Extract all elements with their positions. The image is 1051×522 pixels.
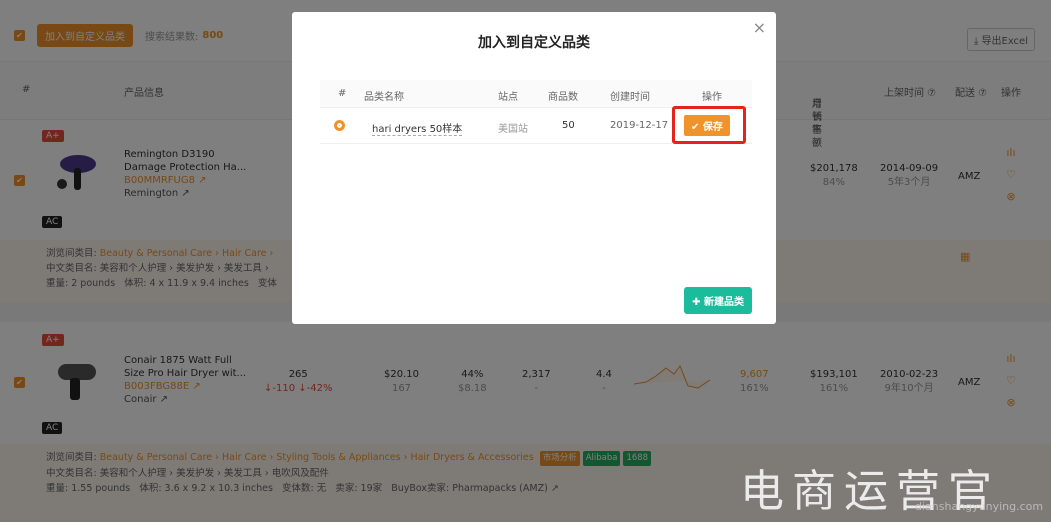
col-created-time: 创建时间 <box>610 92 650 103</box>
new-category-button[interactable]: ✚ 新建品类 <box>684 287 752 314</box>
watermark-url: dianshangyunying.com <box>915 500 1044 513</box>
category-created: 2019-12-17 <box>610 120 669 131</box>
category-site: 美国站 <box>498 124 528 135</box>
col-category-name: 品类名称 <box>364 92 404 103</box>
col-site: 站点 <box>498 92 518 103</box>
col-operation: 操作 <box>702 92 722 103</box>
category-count: 50 <box>562 120 575 131</box>
category-radio[interactable] <box>334 120 345 131</box>
close-icon[interactable]: × <box>753 18 766 37</box>
category-name[interactable]: hari dryers 50样本 <box>372 120 463 136</box>
col-item-count: 商品数 <box>548 92 578 103</box>
col-index: # <box>338 88 347 99</box>
save-button[interactable]: ✔ 保存 <box>684 115 730 136</box>
add-category-dialog: 加入到自定义品类 × # 品类名称 站点 商品数 创建时间 操作 hari dr… <box>292 12 776 324</box>
dialog-title: 加入到自定义品类 <box>478 35 590 51</box>
dialog-table-header: # 品类名称 站点 商品数 创建时间 操作 <box>320 80 752 108</box>
